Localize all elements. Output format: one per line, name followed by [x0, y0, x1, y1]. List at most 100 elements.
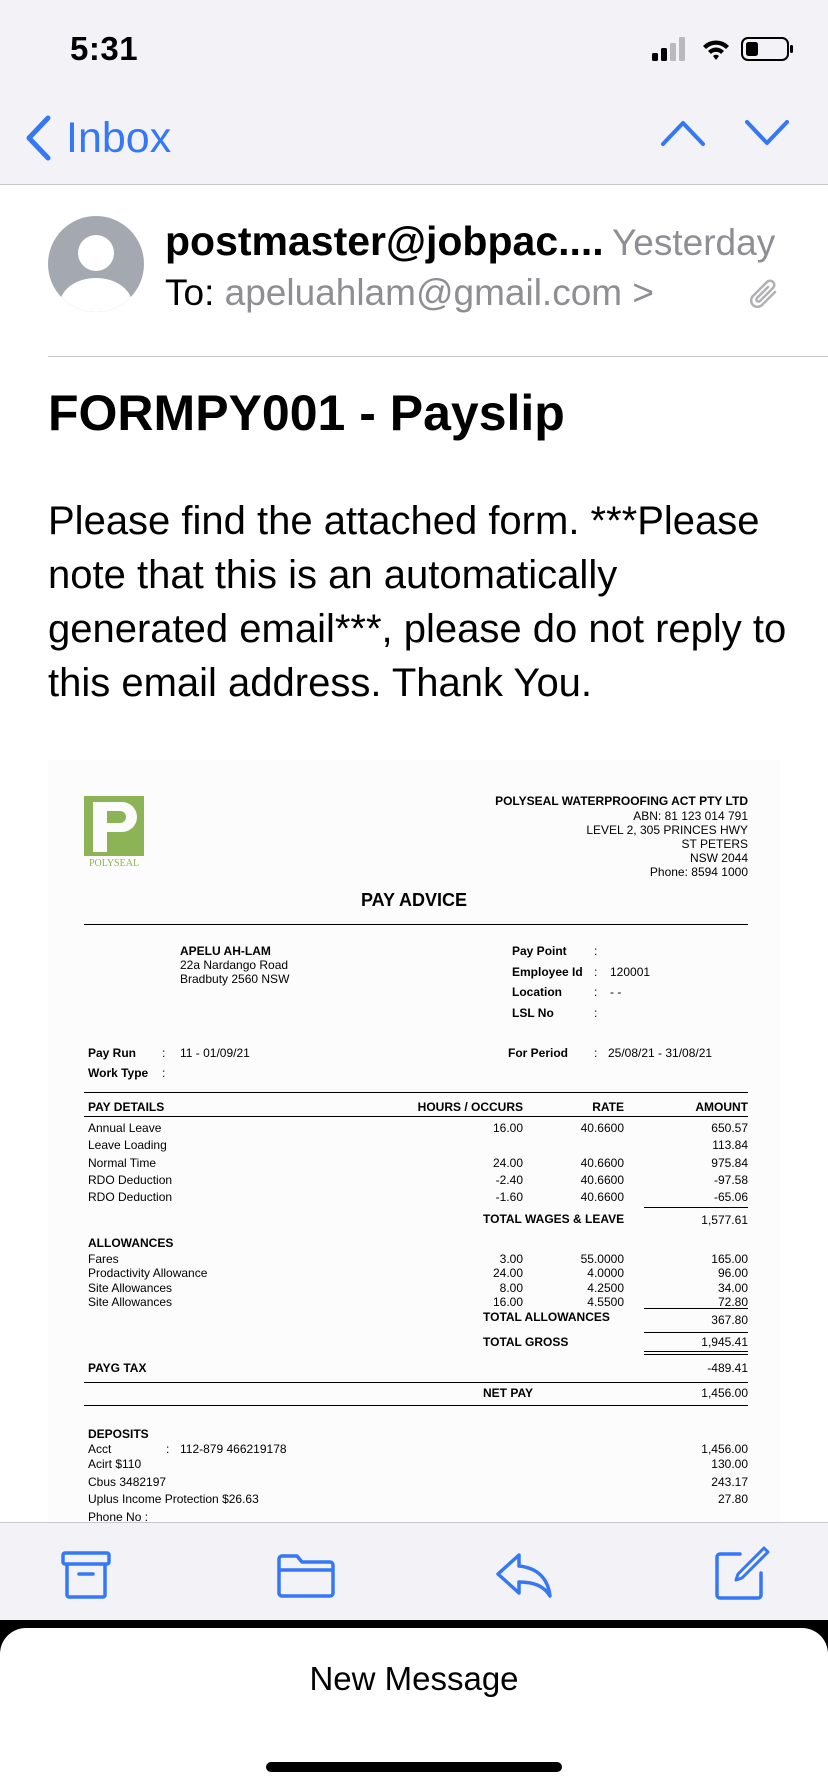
- pay-advice-title: PAY ADVICE: [360, 890, 468, 910]
- info-sep: :: [594, 1006, 598, 1020]
- company-phone: Phone: 8594 1000: [649, 865, 748, 879]
- payg-tax-amount: -489.41: [707, 1361, 748, 1375]
- info-label: Location: [512, 985, 562, 999]
- deposit-amount: 27.80: [717, 1492, 748, 1506]
- employee-town: Bradbuty 2560 NSW: [180, 972, 290, 986]
- info-sep: :: [594, 985, 598, 999]
- payg-tax-label: PAYG TAX: [88, 1361, 147, 1375]
- new-message-title[interactable]: New Message: [0, 1660, 828, 1698]
- divider: [84, 1405, 748, 1406]
- info-label: Employee Id: [512, 965, 583, 979]
- divider: [84, 1116, 748, 1117]
- info-label: LSL No: [512, 1006, 554, 1020]
- allowance-row-hours: 16.00: [492, 1295, 523, 1309]
- payslip-attachment[interactable]: POLYSEAL POLYSEAL WATERPROOFING ACT PTY …: [48, 760, 780, 1522]
- pay-row-amount: 113.84: [712, 1138, 748, 1152]
- recipient-address: apeluahlam@gmail.com: [224, 272, 623, 313]
- deposit-desc: Acirt $110: [88, 1457, 142, 1471]
- message-subject: FORMPY001 - Payslip: [48, 385, 565, 441]
- person-icon: [60, 235, 132, 312]
- reply-button[interactable]: [494, 1549, 554, 1606]
- move-to-folder-button[interactable]: [276, 1549, 336, 1606]
- bottom-toolbar: [0, 1522, 828, 1623]
- pay-row-desc: RDO Deduction: [88, 1173, 173, 1187]
- pay-row-rate: 40.6600: [580, 1121, 624, 1135]
- col-hours: HOURS / OCCURS: [417, 1100, 523, 1114]
- allowance-row-amount: 165.00: [711, 1252, 748, 1266]
- net-pay-amount: 1,456.00: [701, 1386, 748, 1400]
- home-indicator[interactable]: [266, 1762, 562, 1772]
- allowance-row-hours: 3.00: [499, 1252, 523, 1266]
- pay-row-amount: 975.84: [711, 1156, 748, 1170]
- total-gross-amount: 1,945.41: [701, 1335, 748, 1349]
- total-allowances-amount: 367.80: [711, 1313, 748, 1327]
- allowance-row-desc: Site Allowances: [88, 1281, 173, 1295]
- archive-button[interactable]: [60, 1549, 112, 1606]
- next-message-button[interactable]: [744, 118, 790, 153]
- sender-address[interactable]: postmaster@jobpac....: [165, 218, 604, 265]
- col-pay-details: PAY DETAILS: [88, 1100, 165, 1114]
- recipient-line[interactable]: To: apeluahlam@gmail.com >: [165, 272, 654, 314]
- work-type-sep: :: [162, 1066, 166, 1080]
- recipient-chevron: >: [632, 272, 654, 313]
- reply-icon: [496, 1553, 552, 1598]
- pay-row-rate: 40.6600: [580, 1156, 624, 1170]
- pay-row-rate: 40.6600: [580, 1173, 624, 1187]
- col-rate: RATE: [592, 1100, 624, 1114]
- pay-row-hours: -1.60: [495, 1190, 523, 1204]
- to-label: To:: [165, 272, 215, 313]
- signal-icon: [652, 37, 685, 61]
- employee-name: APELU AH-LAM: [180, 944, 271, 958]
- subtotal-rule: [644, 1308, 748, 1309]
- pay-row-desc: Normal Time: [88, 1156, 157, 1170]
- compose-button[interactable]: [712, 1545, 770, 1608]
- allowance-row-rate: 55.0000: [580, 1252, 624, 1266]
- back-to-inbox-button[interactable]: Inbox: [24, 110, 171, 166]
- deposit-desc: Uplus Income Protection $26.63: [88, 1492, 259, 1506]
- deposit-desc: Phone No :: [88, 1510, 149, 1522]
- info-value: - -: [610, 985, 622, 999]
- pay-row-amount: 650.57: [711, 1121, 748, 1135]
- info-label: Pay Point: [512, 944, 567, 958]
- divider: [84, 1382, 748, 1383]
- paperclip-icon: [748, 278, 780, 317]
- allowance-row-desc: Site Allowances: [88, 1295, 173, 1309]
- pay-row-desc: RDO Deduction: [88, 1190, 173, 1204]
- allowance-row-desc: Prodactivity Allowance: [88, 1266, 208, 1280]
- net-pay-label: NET PAY: [483, 1386, 534, 1400]
- divider: [84, 924, 748, 925]
- header-divider: [48, 356, 828, 357]
- allowance-row-hours: 8.00: [499, 1281, 523, 1295]
- sender-avatar[interactable]: [48, 216, 144, 312]
- pay-row-desc: Annual Leave: [88, 1121, 162, 1135]
- for-period-value: 25/08/21 - 31/08/21: [608, 1046, 713, 1060]
- double-rule: [644, 1351, 748, 1352]
- allowance-row-desc: Fares: [88, 1252, 119, 1266]
- message-date: Yesterday: [612, 222, 776, 263]
- deposit-amount: 243.17: [711, 1475, 748, 1489]
- pay-run-label: Pay Run: [88, 1046, 137, 1060]
- previous-message-button[interactable]: [660, 118, 706, 153]
- allowance-row-rate: 4.5500: [587, 1295, 624, 1309]
- pay-run-value: 11 - 01/09/21: [180, 1046, 250, 1060]
- company-name: POLYSEAL WATERPROOFING ACT PTY LTD: [495, 794, 748, 808]
- status-icons: [650, 34, 800, 64]
- allowance-row-amount: 34.00: [717, 1281, 748, 1295]
- pay-row-hours: 24.00: [492, 1156, 523, 1170]
- company-abn: ABN: 81 123 014 791: [633, 809, 748, 823]
- total-wages-amount: 1,577.61: [701, 1213, 748, 1227]
- allowance-row-amount: 72.80: [717, 1295, 748, 1309]
- deposit-amount: 1,456.00: [701, 1442, 748, 1456]
- pay-row-desc: Leave Loading: [88, 1138, 167, 1152]
- chevron-down-icon: [745, 120, 789, 145]
- chevron-left-icon: [26, 115, 51, 161]
- deposit-detail: 112-879 466219178: [180, 1442, 287, 1456]
- deposit-amount: 130.00: [711, 1457, 748, 1471]
- divider: [84, 1092, 748, 1093]
- back-label: Inbox: [66, 113, 172, 162]
- total-wages-label: TOTAL WAGES & LEAVE: [483, 1212, 625, 1226]
- allowance-row-hours: 24.00: [492, 1266, 523, 1280]
- allowance-row-rate: 4.0000: [587, 1266, 624, 1280]
- info-value: 120001: [610, 965, 651, 979]
- folder-icon: [277, 1554, 335, 1598]
